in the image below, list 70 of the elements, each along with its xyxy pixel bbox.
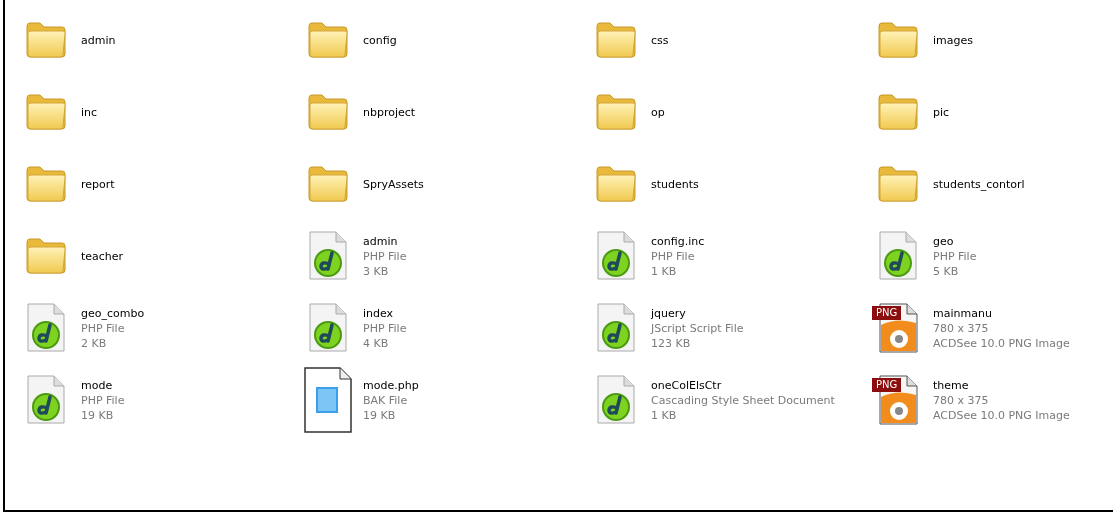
folder-icon: [877, 164, 919, 204]
file-detail: PHP File: [933, 248, 977, 264]
document-icon: [878, 231, 918, 281]
folder-icon: [307, 20, 349, 60]
document-icon: [26, 375, 66, 425]
file-name[interactable]: css: [651, 32, 669, 48]
folder-icon: [595, 164, 637, 204]
file-name[interactable]: op: [651, 104, 665, 120]
file-detail: ACDSee 10.0 PNG Image: [933, 335, 1070, 351]
file-name[interactable]: admin: [363, 233, 398, 249]
file-detail: Cascading Style Sheet Document: [651, 392, 835, 408]
file-name[interactable]: mainmanu: [933, 305, 992, 321]
file-type-label: PNG: [872, 306, 902, 320]
file-name[interactable]: jquery: [651, 305, 686, 321]
document-icon: [308, 303, 348, 353]
file-name[interactable]: admin: [81, 32, 116, 48]
file-name[interactable]: teacher: [81, 248, 124, 264]
file-name[interactable]: index: [363, 305, 394, 321]
file-name[interactable]: theme: [933, 377, 969, 393]
file-name[interactable]: SpryAssets: [363, 176, 424, 192]
file-name[interactable]: report: [81, 176, 115, 192]
folder-icon: [307, 164, 349, 204]
file-detail: PHP File: [81, 392, 125, 408]
file-name[interactable]: images: [933, 32, 973, 48]
file-detail: 123 KB: [651, 335, 691, 351]
file-detail: 1 KB: [651, 263, 677, 279]
file-name[interactable]: mode: [81, 377, 113, 393]
file-detail: BAK File: [363, 392, 408, 408]
folder-icon: [25, 236, 67, 276]
file-detail: 780 x 375: [933, 320, 989, 336]
file-name[interactable]: pic: [933, 104, 950, 120]
file-detail: 19 KB: [81, 407, 114, 423]
file-detail: PHP File: [363, 320, 407, 336]
folder-icon: [595, 92, 637, 132]
file-name[interactable]: inc: [81, 104, 98, 120]
file-detail: ACDSee 10.0 PNG Image: [933, 407, 1070, 423]
file-detail: 19 KB: [363, 407, 396, 423]
file-detail: PHP File: [81, 320, 125, 336]
document-icon: [304, 367, 352, 433]
file-detail: 3 KB: [363, 263, 389, 279]
document-icon: [596, 231, 636, 281]
file-detail: 1 KB: [651, 407, 677, 423]
file-name[interactable]: mode.php: [363, 377, 419, 393]
folder-icon: [307, 92, 349, 132]
folder-icon: [877, 92, 919, 132]
folder-icon: [877, 20, 919, 60]
folder-icon: [25, 20, 67, 60]
file-name[interactable]: config.inc: [651, 233, 705, 249]
folder-icon: [25, 164, 67, 204]
file-detail: 780 x 375: [933, 392, 989, 408]
folder-icon: [595, 20, 637, 60]
file-detail: PHP File: [651, 248, 695, 264]
file-type-label: PNG: [872, 378, 902, 392]
file-detail: 4 KB: [363, 335, 389, 351]
document-icon: [308, 231, 348, 281]
document-icon: [26, 303, 66, 353]
file-detail: JScript Script File: [651, 320, 744, 336]
file-name[interactable]: oneColElsCtr: [651, 377, 722, 393]
file-detail: 2 KB: [81, 335, 107, 351]
file-detail: 5 KB: [933, 263, 959, 279]
folder-icon: [25, 92, 67, 132]
document-icon: [596, 303, 636, 353]
file-detail: PHP File: [363, 248, 407, 264]
file-name[interactable]: students_contorl: [933, 176, 1025, 192]
file-name[interactable]: config: [363, 32, 397, 48]
file-name[interactable]: students: [651, 176, 699, 192]
file-name[interactable]: nbproject: [363, 104, 416, 120]
document-icon: [596, 375, 636, 425]
file-name[interactable]: geo: [933, 233, 954, 249]
file-name[interactable]: geo_combo: [81, 305, 145, 321]
